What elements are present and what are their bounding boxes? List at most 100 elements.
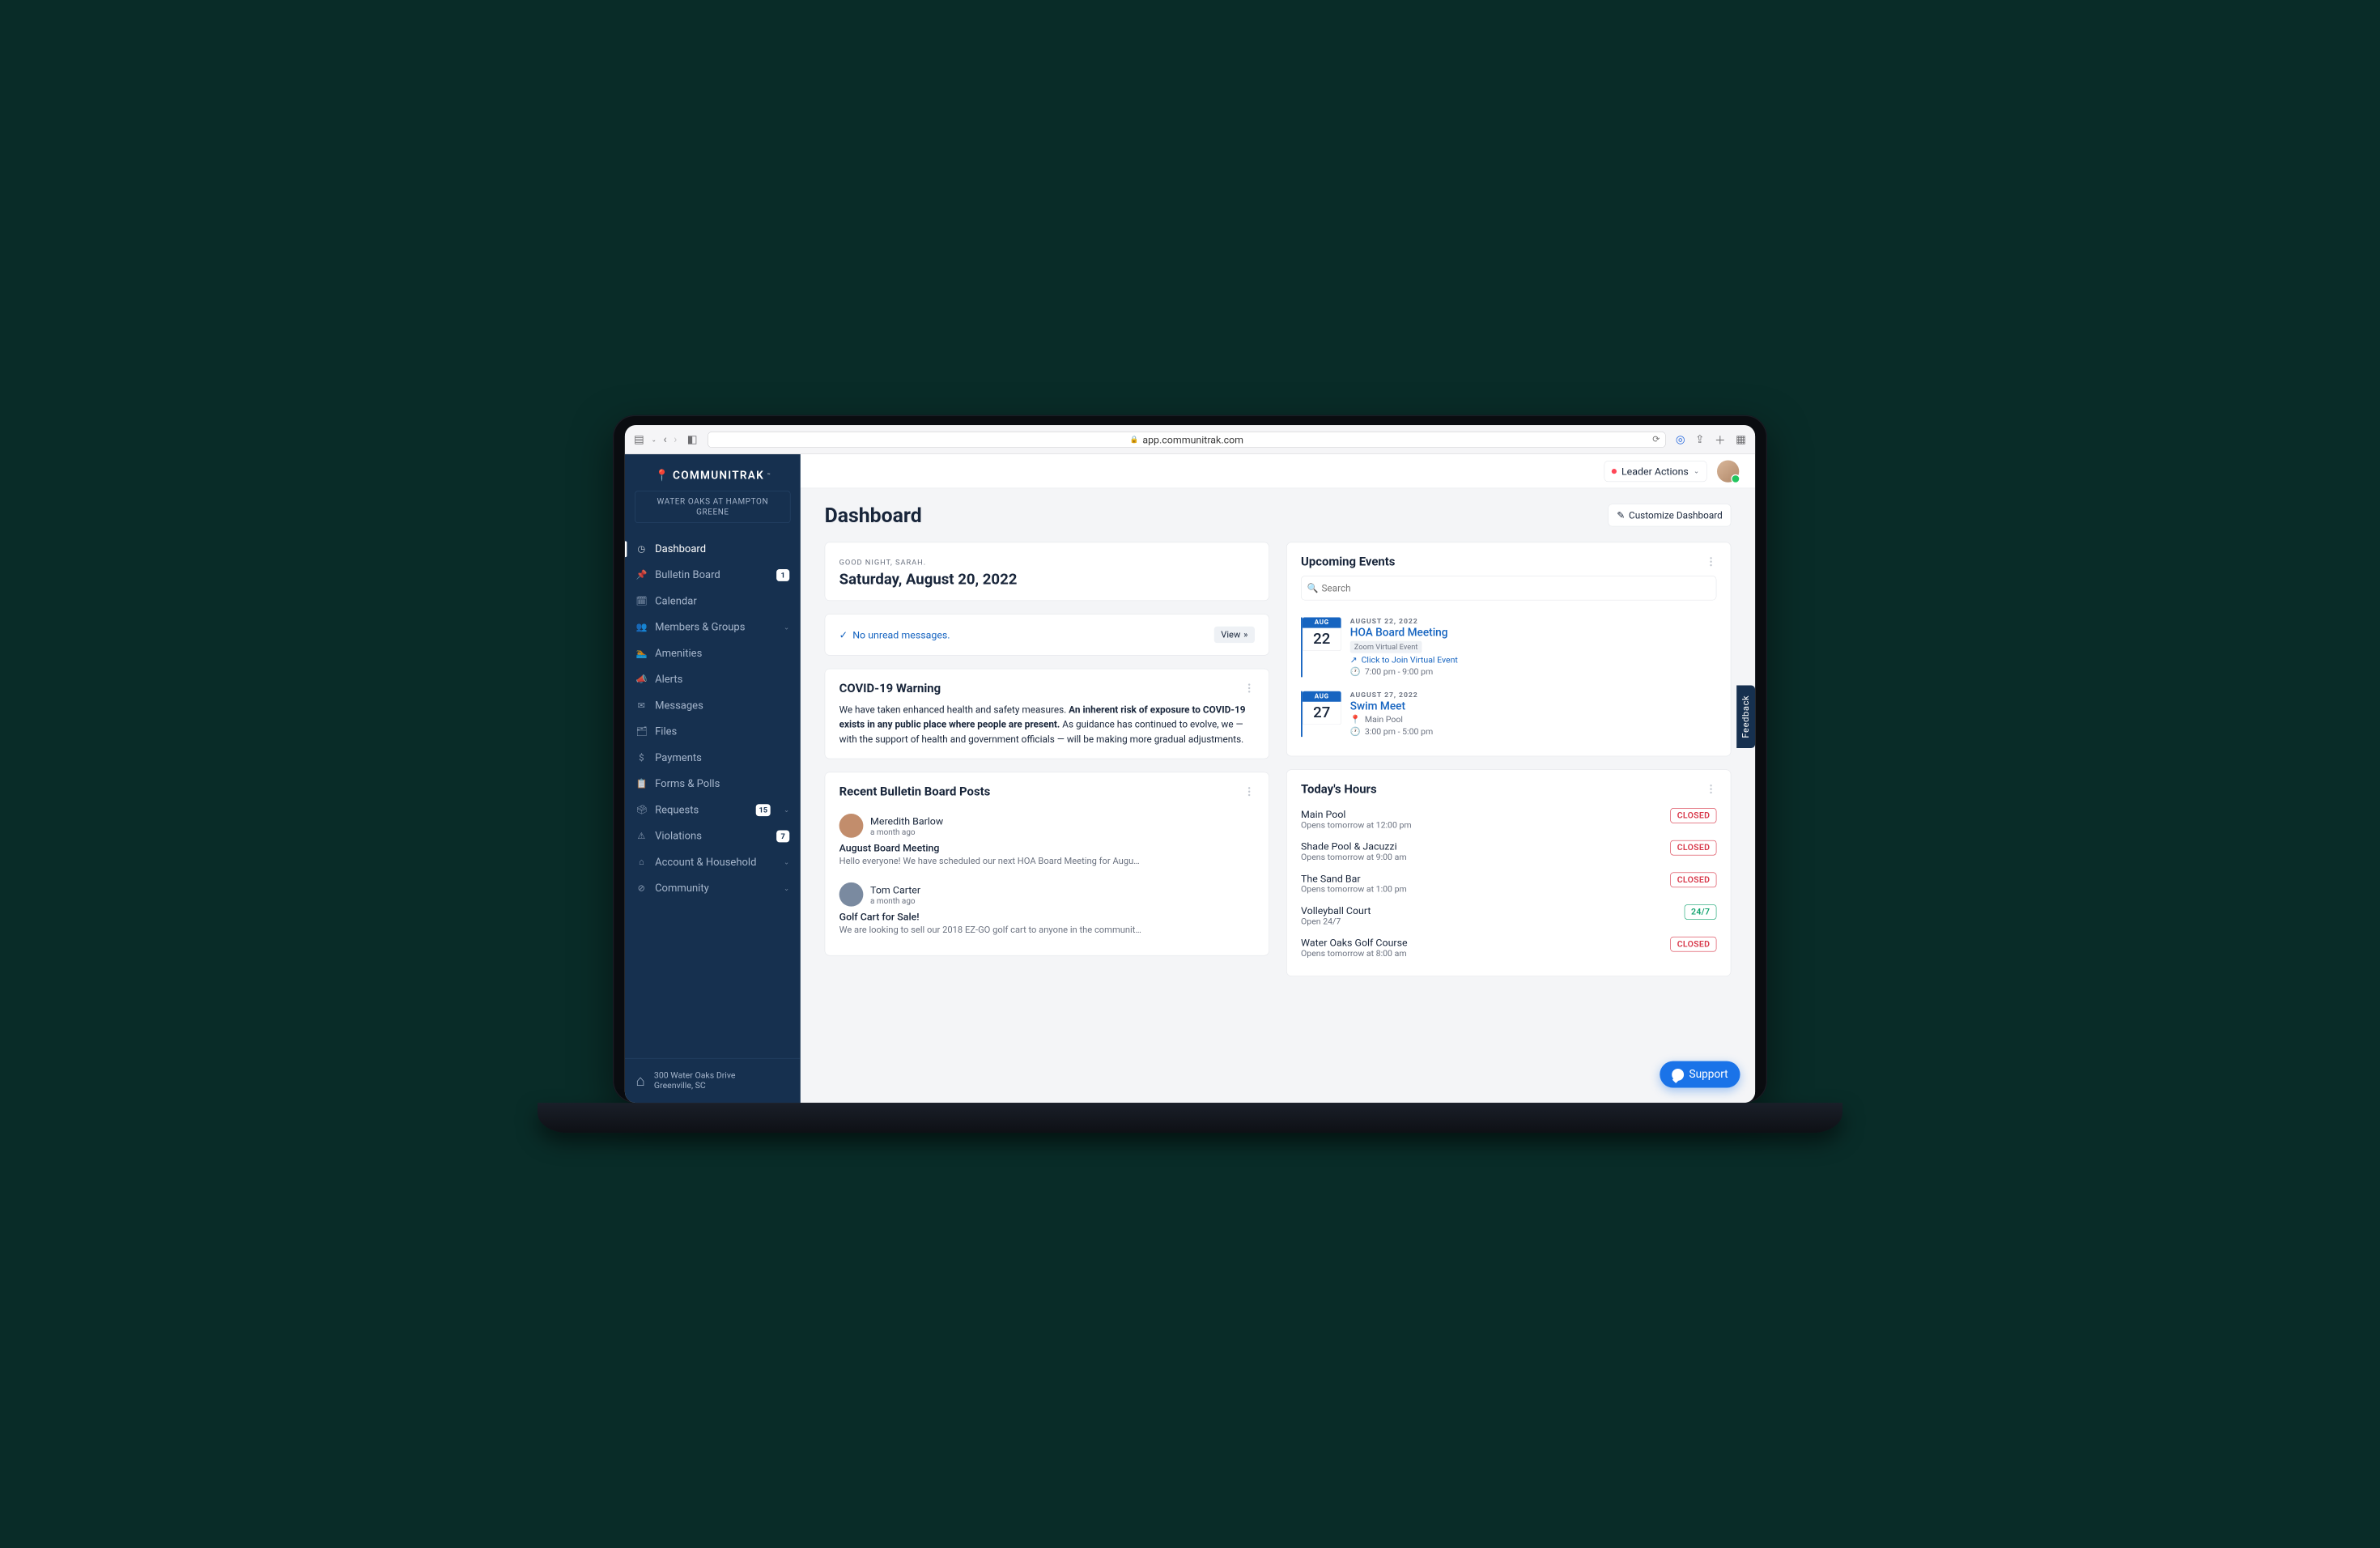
nav-item-calendar[interactable]: 🗓 Calendar [625,588,801,614]
nav-item-violations[interactable]: ⚠ Violations 7 [625,823,801,849]
hours-row: Volleyball Court Open 24/7 24/7 [1301,899,1716,932]
post-ago: a month ago [870,827,943,837]
nav-item-forms[interactable]: 📋 Forms & Polls [625,771,801,797]
bulletin-post[interactable]: Meredith Barlow a month ago August Board… [839,806,1255,874]
post-snippet: We are looking to sell our 2018 EZ-GO go… [839,925,1255,935]
nav-item-members[interactable]: 👥 Members & Groups ⌄ [625,615,801,640]
laptop-base [538,1103,1842,1133]
post-avatar [839,814,864,838]
event-join-link[interactable]: ↗ Click to Join Virtual Event [1350,655,1717,665]
bulletin-menu-button[interactable] [1243,787,1255,796]
sidebar-footer: ⌂ 300 Water Oaks Drive Greenville, SC [625,1058,801,1103]
hours-menu-button[interactable] [1706,785,1717,793]
event-date: AUGUST 22, 2022 [1350,618,1717,626]
nav-label: Calendar [655,595,697,607]
view-messages-button[interactable]: View » [1214,627,1255,643]
address-line-2: Greenville, SC [654,1081,736,1091]
sidebar-toggle-icon[interactable]: ▤ [634,433,644,446]
shield-icon[interactable]: ◧ [687,433,698,446]
sidebar-dropdown-icon[interactable]: ⌄ [652,436,657,443]
clock-icon: 🕐 [1350,667,1361,677]
hours-title: Today's Hours [1301,782,1377,796]
nav-label: Requests [655,804,699,816]
status-badge: 24/7 [1685,904,1716,920]
main: Leader Actions ⌄ Dashboard ✎ Customize D… [801,454,1755,1103]
nav-item-files[interactable]: 🗂 Files [625,719,801,745]
nav-item-community[interactable]: ⊘ Community ⌄ [625,875,801,901]
nav-item-account[interactable]: ⌂ Account & Household ⌄ [625,849,801,875]
nav-item-amenities[interactable]: 🏊 Amenities [625,640,801,666]
nav-forward-icon[interactable]: › [674,433,677,446]
community-switcher[interactable]: WATER OAKS AT HAMPTON GREENE [635,491,790,522]
nav-label: Account & Household [655,856,756,868]
status-badge: CLOSED [1671,937,1717,952]
no-messages-text: No unread messages. [852,629,950,641]
event-tag: Zoom Virtual Event [1350,641,1422,653]
nav-badge: 1 [776,569,789,581]
greeting-text: GOOD NIGHT, SARAH. [839,558,1255,567]
reload-icon[interactable]: ⟳ [1652,434,1660,444]
greeting-card: GOOD NIGHT, SARAH. Saturday, August 20, … [825,542,1269,602]
dollar-icon: $ [636,752,648,763]
share-icon[interactable]: ⇪ [1695,433,1704,446]
members-icon: 👥 [636,622,648,632]
nav-item-dashboard[interactable]: ◷ Dashboard [625,536,801,562]
new-tab-icon[interactable]: ＋ [1715,432,1726,448]
nav-back-icon[interactable]: ‹ [664,433,667,446]
nav-item-requests[interactable]: 🗳 Requests 15 ⌄ [625,797,801,823]
privacy-icon[interactable]: ◎ [1676,433,1685,446]
envelope-icon: ✉ [636,700,648,711]
event-datebox: AUG 27 [1301,691,1341,737]
nav-badge: 7 [776,830,789,842]
covid-menu-button[interactable] [1243,683,1255,692]
leader-actions-button[interactable]: Leader Actions ⌄ [1604,461,1706,482]
nav-label: Messages [655,700,703,712]
megaphone-icon: 📣 [636,674,648,685]
feedback-tab[interactable]: Feedback [1736,685,1755,748]
home-icon: ⌂ [636,857,648,867]
event-item[interactable]: AUG 22 AUGUST 22, 2022 HOA Board Meeting… [1301,610,1716,684]
nav-label: Forms & Polls [655,778,720,790]
calendar-icon: 🗓 [636,596,648,606]
customize-dashboard-button[interactable]: ✎ Customize Dashboard [1609,504,1732,526]
pin-icon: 📌 [636,570,648,580]
brand-tm: ™ [767,473,771,478]
amenity-name: Water Oaks Golf Course [1301,937,1408,949]
nav-item-payments[interactable]: $ Payments [625,745,801,771]
nav-item-messages[interactable]: ✉ Messages [625,692,801,718]
leader-actions-label: Leader Actions [1621,465,1689,477]
url-bar[interactable]: 🔒 app.communitrak.com ⟳ [708,432,1665,448]
browser-toolbar: ▤ ⌄ ‹ › ◧ 🔒 app.communitrak.com ⟳ ◎ ⇪ ＋ … [625,425,1755,454]
status-dot-icon [1612,469,1617,474]
amenity-sub: Opens tomorrow at 12:00 pm [1301,820,1412,830]
events-menu-button[interactable] [1706,557,1717,566]
events-title: Upcoming Events [1301,555,1395,568]
chat-bubble-icon [1672,1069,1684,1081]
globe-icon: ⊘ [636,883,648,894]
clock-icon: 🕐 [1350,727,1361,737]
nav-label: Bulletin Board [655,569,720,581]
home-icon: ⌂ [636,1072,645,1090]
nav-item-alerts[interactable]: 📣 Alerts [625,666,801,692]
messages-card: ✓ No unread messages. View » [825,614,1269,655]
nav-label: Violations [655,830,702,842]
address-line-1: 300 Water Oaks Drive [654,1070,736,1080]
support-fab[interactable]: Support [1660,1061,1740,1088]
user-avatar[interactable] [1717,460,1739,482]
lock-icon: 🔒 [1130,436,1139,444]
post-ago: a month ago [870,896,920,906]
pin-icon: 📍 [655,470,669,483]
greeting-date: Saturday, August 20, 2022 [839,571,1255,589]
event-item[interactable]: AUG 27 AUGUST 27, 2022 Swim Meet 📍 [1301,684,1716,744]
amenity-name: The Sand Bar [1301,873,1407,885]
status-badge: CLOSED [1671,873,1717,888]
bulletin-post[interactable]: Tom Carter a month ago Golf Cart for Sal… [839,874,1255,943]
amenities-icon: 🏊 [636,648,648,658]
tabs-icon[interactable]: ▦ [1736,433,1746,446]
amenity-name: Volleyball Court [1301,904,1371,916]
nav-list: ◷ Dashboard 📌 Bulletin Board 1 🗓 Calenda… [625,536,801,1058]
event-title: Swim Meet [1350,700,1717,713]
nav-item-bulletin[interactable]: 📌 Bulletin Board 1 [625,562,801,588]
amenity-sub: Opens tomorrow at 8:00 am [1301,949,1408,959]
events-search-input[interactable] [1301,576,1716,600]
